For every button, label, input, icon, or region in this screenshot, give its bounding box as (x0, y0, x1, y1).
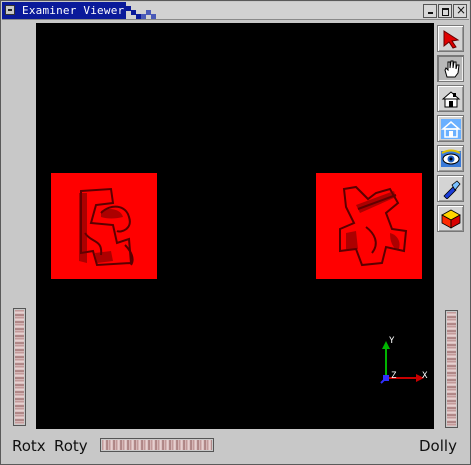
roty-label: Roty (54, 437, 88, 455)
toggle-camera-button[interactable] (437, 205, 464, 232)
title-tab: Examiner Viewer (2, 2, 126, 19)
thumbwheel-strip (15, 310, 24, 424)
roty-thumbwheel[interactable] (100, 438, 214, 452)
axis-x-label: X (422, 371, 428, 381)
title-bar[interactable]: Examiner Viewer (2, 2, 469, 20)
dolly-thumbwheel[interactable] (445, 310, 458, 428)
rotx-thumbwheel[interactable] (13, 308, 26, 426)
home-icon (441, 91, 461, 108)
window-controls (423, 3, 467, 18)
axis-z-label: Z (391, 371, 397, 381)
minimize-button[interactable] (423, 4, 437, 18)
eye-icon (441, 149, 461, 167)
flashlight-icon (443, 180, 461, 199)
window-title: Examiner Viewer (22, 4, 125, 17)
window-menu-button[interactable] (5, 5, 15, 15)
dolly-label: Dolly (419, 437, 457, 455)
examiner-viewer-window: Examiner Viewer × Y X Z Rotx Roty Dolly (0, 0, 471, 465)
rotx-label: Rotx (12, 437, 46, 455)
view-all-button[interactable] (437, 145, 464, 172)
red-cube-left[interactable] (51, 173, 157, 279)
thumbwheel-strip (447, 312, 456, 426)
close-button[interactable] (453, 3, 467, 18)
seek-button[interactable] (437, 175, 464, 202)
hand-icon (444, 60, 460, 78)
home-button[interactable] (437, 85, 464, 112)
maximize-button[interactable] (438, 4, 452, 18)
axis-y-label: Y (389, 336, 395, 346)
red-cube-right[interactable] (316, 173, 422, 279)
cube-icon (441, 209, 461, 229)
arrow-cursor-icon (443, 30, 460, 49)
view-mode-button[interactable] (437, 55, 464, 82)
pick-mode-button[interactable] (437, 25, 464, 52)
render-viewport[interactable]: Y X Z (36, 23, 434, 429)
thumbwheel-strip (102, 440, 212, 450)
cube-texture-right (339, 185, 408, 267)
set-home-icon (441, 119, 461, 139)
set-home-button[interactable] (437, 115, 464, 142)
cube-texture-left (79, 187, 134, 267)
title-decoration (151, 14, 156, 19)
